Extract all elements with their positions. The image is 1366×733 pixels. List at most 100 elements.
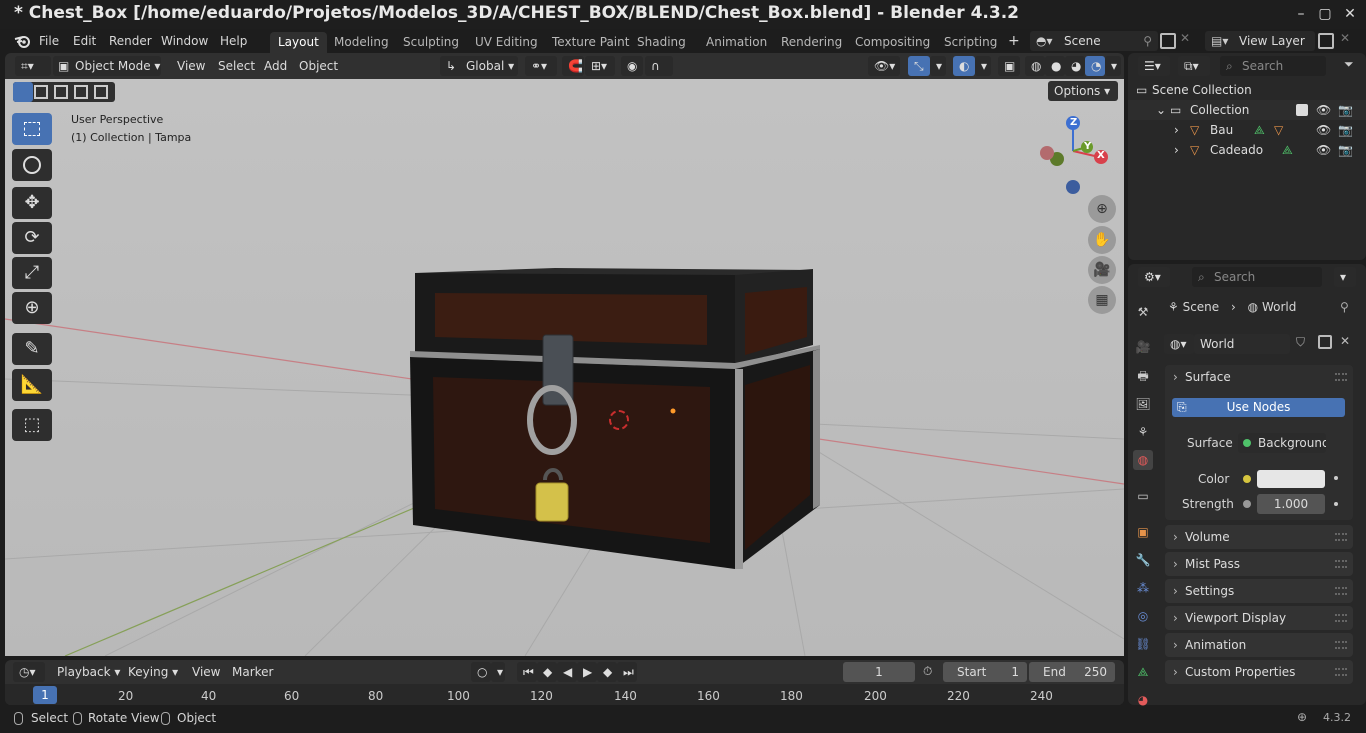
data-tab-icon[interactable]: ⟁ [1133, 662, 1153, 682]
settings-panel[interactable]: Settings [1165, 579, 1353, 603]
surface-shader-field[interactable]: Background [1238, 433, 1326, 453]
add-cube-tool[interactable]: ⬚ [12, 409, 52, 441]
close-icon[interactable]: ✕ [1342, 6, 1358, 22]
play-reverse-icon[interactable]: ◀ [557, 662, 577, 682]
render-camera-icon[interactable]: 📷 [1338, 100, 1353, 120]
drag-grip-icon[interactable] [1335, 614, 1347, 622]
keyframe-dot-icon[interactable] [1334, 476, 1338, 480]
editor-type-dropdown[interactable]: ⌗▾ [15, 56, 51, 76]
pin-icon[interactable]: ⚲ [1143, 31, 1152, 51]
select-box-tool[interactable] [12, 113, 52, 145]
gizmo-dropdown[interactable]: ▾ [930, 56, 946, 76]
properties-editor-type[interactable]: ⚙▾ [1138, 267, 1170, 287]
physics-tab-icon[interactable]: ◎ [1133, 606, 1153, 626]
3d-cursor-icon[interactable] [609, 410, 629, 430]
viewport-display-panel[interactable]: Viewport Display [1165, 606, 1353, 630]
jump-start-icon[interactable]: ⏮ [517, 662, 537, 682]
tool-tab-icon[interactable]: ⚒ [1133, 302, 1153, 322]
play-icon[interactable]: ▶ [577, 662, 597, 682]
menu-help[interactable]: Help [214, 32, 253, 50]
menu-object[interactable]: Object [293, 56, 345, 76]
output-tab-icon[interactable]: 🖶 [1133, 366, 1153, 386]
overlays-dropdown[interactable]: ▾ [975, 56, 991, 76]
volume-panel[interactable]: Volume [1165, 525, 1353, 549]
visibility-eye-icon[interactable]: 👁 [1316, 140, 1331, 160]
overlays-toggle[interactable]: ◐ [953, 56, 975, 76]
menu-window[interactable]: Window [155, 32, 214, 50]
drag-grip-icon[interactable] [1335, 587, 1347, 595]
select-extend-icon[interactable] [34, 85, 48, 99]
mist-pass-panel[interactable]: Mist Pass [1165, 552, 1353, 576]
shading-wireframe-button[interactable]: ◍ [1025, 56, 1045, 76]
options-dropdown[interactable]: Options ▾ [1048, 81, 1118, 101]
view-layer-selector[interactable]: ▤▾ View Layer [1205, 31, 1315, 51]
auto-keying-toggle[interactable]: ○ [471, 662, 491, 682]
fake-user-shield-icon[interactable]: ⛉ [1296, 335, 1305, 350]
shading-solid-button[interactable]: ● [1045, 56, 1065, 76]
properties-options-dropdown[interactable]: ▾ [1334, 267, 1356, 287]
start-frame-field[interactable]: Start 1 [943, 662, 1027, 682]
constraints-tab-icon[interactable]: ⛓ [1133, 634, 1153, 654]
gizmo-toggle[interactable]: ⤡ [908, 56, 930, 76]
drag-grip-icon[interactable] [1335, 533, 1347, 541]
xray-toggle[interactable]: ▣ [998, 56, 1020, 76]
annotate-tool[interactable]: ✎ [12, 333, 52, 365]
pivot-dropdown[interactable]: ⚭▾ [525, 56, 557, 76]
tab-modeling[interactable]: Modeling [326, 32, 397, 53]
custom-properties-panel[interactable]: Custom Properties [1165, 660, 1353, 684]
new-view-layer-icon[interactable] [1318, 33, 1334, 49]
filter-icon[interactable]: ⏷ [1344, 57, 1354, 72]
menu-select[interactable]: Select [212, 56, 262, 76]
tab-shading[interactable]: Shading [629, 32, 694, 53]
jump-end-icon[interactable]: ⏭ [617, 662, 637, 682]
shading-dropdown[interactable]: ▾ [1105, 56, 1121, 76]
tab-rendering[interactable]: Rendering [773, 32, 850, 53]
outliner-row-scene-collection[interactable]: ▭ Scene Collection [1128, 80, 1366, 100]
outliner-row-collection[interactable]: ⌄ ▭ Collection 👁 📷 [1128, 100, 1366, 120]
color-socket-icon[interactable] [1243, 475, 1251, 483]
3d-viewport[interactable]: Options ▾ User Perspective (1) Collectio… [5, 79, 1124, 656]
surface-panel-header[interactable]: Surface [1165, 365, 1353, 389]
transform-tool[interactable]: ⊕ [12, 292, 52, 324]
proportional-edit-toggle[interactable]: ◉ [621, 56, 643, 76]
menu-file[interactable]: File [33, 32, 65, 50]
add-workspace-icon[interactable]: + [1002, 32, 1026, 50]
tab-compositing[interactable]: Compositing [847, 32, 938, 53]
drag-grip-icon[interactable] [1335, 373, 1347, 381]
animation-panel[interactable]: Animation [1165, 633, 1353, 657]
tab-layout[interactable]: Layout [270, 32, 327, 53]
expand-icon[interactable]: › [1174, 140, 1179, 160]
snap-target-dropdown[interactable]: ⊞▾ [585, 56, 615, 76]
snap-toggle[interactable]: 🧲 [562, 56, 584, 76]
minimize-icon[interactable]: – [1293, 6, 1309, 22]
drag-grip-icon[interactable] [1335, 641, 1347, 649]
rotate-tool[interactable]: ⟳ [12, 222, 52, 254]
next-keyframe-icon[interactable]: ◆ [597, 662, 617, 682]
duplicate-world-icon[interactable] [1318, 335, 1332, 349]
scene-selector[interactable]: ◓▾ Scene ⚲ [1030, 31, 1158, 51]
shading-rendered-button[interactable]: ◔ [1085, 56, 1105, 76]
shading-material-button[interactable]: ◕ [1065, 56, 1085, 76]
keyframe-dot-icon[interactable] [1334, 502, 1338, 506]
select-invert-icon[interactable] [74, 85, 88, 99]
menu-add[interactable]: Add [258, 56, 294, 76]
maximize-icon[interactable]: ▢ [1317, 6, 1333, 22]
outliner-display-mode[interactable]: ⧉▾ [1178, 56, 1210, 76]
perspective-toggle-icon[interactable]: ▦ [1088, 286, 1116, 314]
timeline-editor-type[interactable]: ◷▾ [13, 662, 45, 682]
visibility-eye-icon[interactable]: 👁 [1316, 100, 1331, 120]
drag-grip-icon[interactable] [1335, 560, 1347, 568]
new-scene-icon[interactable] [1160, 33, 1176, 49]
strength-field[interactable]: 1.000 [1257, 494, 1325, 514]
outliner-search-input[interactable]: ⌕ Search [1220, 56, 1326, 76]
outliner-row-bau[interactable]: › ▽ Bau ⟁ ▽ 👁 📷 [1128, 120, 1366, 140]
world-name-field[interactable]: World [1194, 334, 1290, 354]
visibility-eye-icon[interactable]: 👁 [1316, 120, 1331, 140]
camera-view-icon[interactable]: 🎥 [1088, 256, 1116, 284]
tab-scripting[interactable]: Scripting [936, 32, 1005, 53]
current-frame-field[interactable]: 1 [843, 662, 915, 682]
measure-tool[interactable]: 📐 [12, 369, 52, 401]
tab-sculpting[interactable]: Sculpting [395, 32, 467, 53]
select-intersect-icon[interactable] [94, 85, 108, 99]
view-layer-tab-icon[interactable]: 🖼 [1133, 394, 1153, 414]
